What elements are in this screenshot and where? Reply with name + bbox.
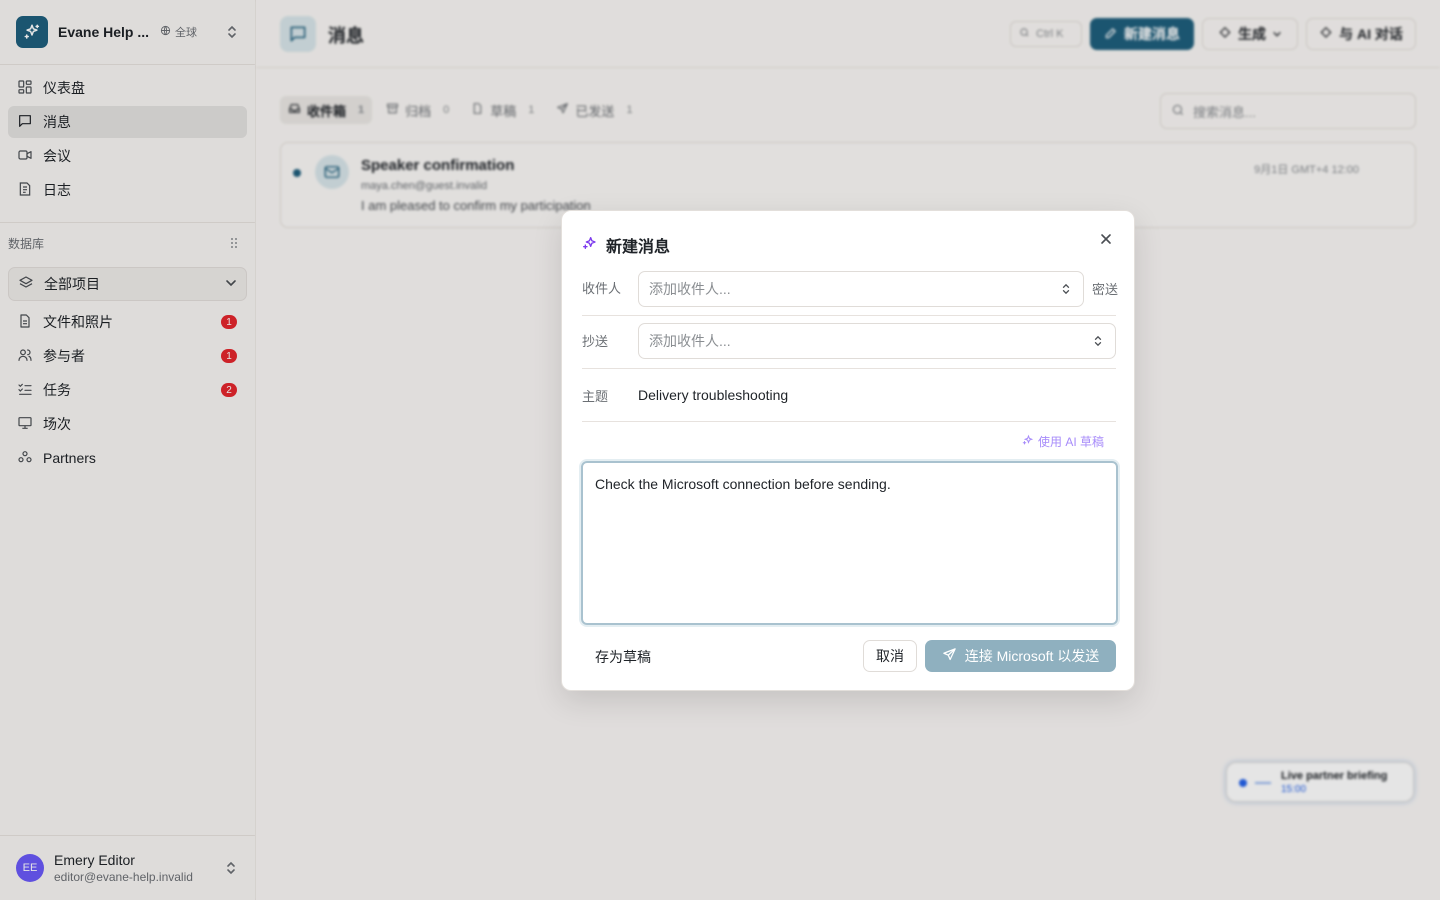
save-draft-button[interactable]: 存为草稿 — [582, 641, 664, 673]
cancel-button[interactable]: 取消 — [863, 640, 917, 672]
sparkles-icon — [582, 235, 598, 254]
sparkles-icon — [1022, 434, 1034, 449]
to-label: 收件人 — [582, 281, 622, 296]
close-icon[interactable] — [1098, 231, 1114, 247]
send-icon — [942, 647, 957, 665]
app-root: Evane Help ... 全球 仪表盘 消息 会议 日志 数据库 全部项目 … — [0, 0, 1440, 900]
divider — [582, 421, 1116, 422]
cc-field[interactable]: 添加收件人... — [638, 323, 1116, 359]
to-placeholder: 添加收件人... — [649, 281, 731, 297]
cc-label: 抄送 — [582, 334, 609, 349]
dialog-title: 新建消息 — [606, 239, 671, 256]
message-body-textarea[interactable]: Check the Microsoft connection before se… — [581, 461, 1118, 625]
divider — [582, 315, 1116, 316]
bcc-toggle[interactable]: 密送 — [1092, 279, 1118, 298]
chevrons-up-down-icon — [1093, 334, 1103, 351]
to-field[interactable]: 添加收件人... — [638, 271, 1084, 307]
ai-draft-label: 使用 AI 草稿 — [1037, 435, 1104, 449]
subject-label: 主题 — [582, 389, 609, 404]
subject-input[interactable]: Delivery troubleshooting — [638, 387, 788, 403]
chevrons-up-down-icon — [1061, 282, 1071, 299]
connect-send-button[interactable]: 连接 Microsoft 以发送 — [925, 640, 1116, 672]
send-label: 连接 Microsoft 以发送 — [964, 648, 1100, 664]
divider — [582, 368, 1116, 369]
ai-draft-button[interactable]: 使用 AI 草稿 — [1022, 433, 1104, 450]
cc-placeholder: 添加收件人... — [649, 333, 731, 349]
new-message-dialog: 新建消息 收件人 添加收件人... 密送 抄送 添加收件人... 主题 Deli… — [561, 210, 1135, 691]
